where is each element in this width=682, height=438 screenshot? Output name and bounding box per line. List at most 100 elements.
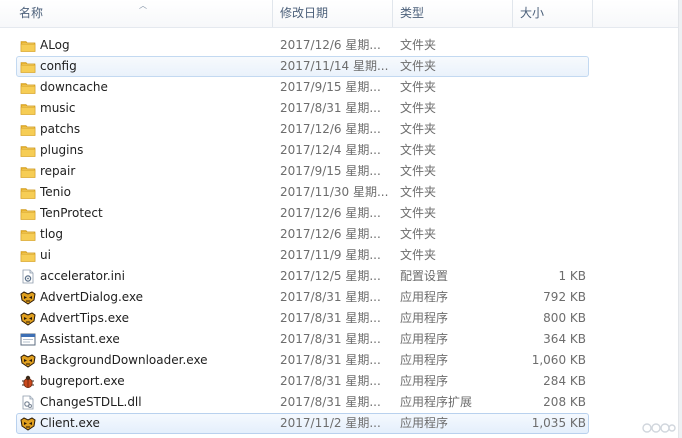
file-size: 1,060 KB — [531, 353, 586, 367]
file-row[interactable]: Assistant.exe 2017/8/31 星期... 应用程序 364 KB — [16, 329, 589, 350]
file-date-modified: 2017/8/31 星期... — [280, 332, 381, 346]
dll-file-icon — [20, 393, 38, 412]
file-row[interactable]: repair 2017/9/15 星期... 文件夹 — [16, 161, 589, 182]
file-size: 284 KB — [543, 374, 586, 388]
file-date-modified: 2017/8/31 星期... — [280, 353, 381, 367]
file-date-modified: 2017/12/6 星期... — [280, 206, 381, 220]
column-header: ︿ 名称 修改日期 类型 大小 — [0, 0, 682, 28]
file-date-modified: 2017/12/6 星期... — [280, 38, 381, 52]
file-name: accelerator.ini — [40, 269, 125, 283]
file-size — [480, 162, 586, 181]
file-row[interactable]: BackgroundDownloader.exe 2017/8/31 星期... 应… — [16, 350, 589, 371]
game-app-icon — [20, 414, 38, 433]
folder-icon — [20, 162, 38, 181]
folder-icon — [20, 120, 38, 139]
file-row[interactable]: plugins 2017/12/4 星期... 文件夹 — [16, 140, 589, 161]
folder-icon — [20, 99, 38, 118]
file-name: tlog — [40, 227, 63, 241]
file-size — [480, 183, 586, 202]
file-date-modified: 2017/11/9 星期... — [280, 248, 381, 262]
file-name: bugreport.exe — [40, 374, 125, 388]
watermark-logo — [642, 423, 676, 433]
file-date-modified: 2017/9/15 星期... — [280, 80, 381, 94]
game-app-icon — [20, 351, 38, 370]
column-header-name[interactable]: 名称 — [12, 0, 273, 27]
file-name: downcache — [40, 80, 108, 94]
file-size — [480, 225, 586, 244]
folder-icon — [20, 204, 38, 223]
file-row[interactable]: ALog 2017/12/6 星期... 文件夹 — [16, 35, 589, 56]
column-header-size[interactable]: 大小 — [513, 0, 593, 27]
file-date-modified: 2017/8/31 星期... — [280, 374, 381, 388]
column-header-date-modified[interactable]: 修改日期 — [273, 0, 393, 27]
file-row[interactable]: AdvertDialog.exe 2017/8/31 星期... 应用程序 792 K… — [16, 287, 589, 308]
file-size — [480, 99, 586, 118]
bug-report-icon — [20, 372, 38, 391]
file-row[interactable]: AdvertTips.exe 2017/8/31 星期... 应用程序 800 KB — [16, 308, 589, 329]
file-name: BackgroundDownloader.exe — [40, 353, 208, 367]
file-size — [480, 36, 586, 55]
file-row[interactable]: config 2017/11/14 星期... 文件夹 — [16, 56, 589, 77]
file-name: patchs — [40, 122, 81, 136]
file-size — [480, 120, 586, 139]
file-date-modified: 2017/8/31 星期... — [280, 101, 381, 115]
file-row[interactable]: bugreport.exe 2017/8/31 星期... 应用程序 284 KB — [16, 371, 589, 392]
file-name: plugins — [40, 143, 84, 157]
file-explorer: ︿ 名称 修改日期 类型 大小 ALog 2017/12/6 星期... 文件夹 co… — [0, 0, 682, 438]
game-app-icon — [20, 309, 38, 328]
file-date-modified: 2017/11/30 星期... — [280, 185, 389, 199]
file-date-modified: 2017/8/31 星期... — [280, 395, 381, 409]
file-name: repair — [40, 164, 76, 178]
file-size: 364 KB — [543, 332, 586, 346]
file-row[interactable]: patchs 2017/12/6 星期... 文件夹 — [16, 119, 589, 140]
folder-icon — [20, 225, 38, 244]
application-window-icon — [20, 330, 38, 349]
game-app-icon — [20, 288, 38, 307]
file-row[interactable]: accelerator.ini 2017/12/5 星期... 配置设置 1 KB — [16, 266, 589, 287]
file-row[interactable]: music 2017/8/31 星期... 文件夹 — [16, 98, 589, 119]
file-name: TenProtect — [40, 206, 103, 220]
file-row[interactable]: ChangeSTDLL.dll 2017/8/31 星期... 应用程序扩展 208 … — [16, 392, 589, 413]
file-date-modified: 2017/12/6 星期... — [280, 227, 381, 241]
file-name: music — [40, 101, 76, 115]
file-row[interactable]: ui 2017/11/9 星期... 文件夹 — [16, 245, 589, 266]
file-size — [480, 141, 586, 160]
folder-icon — [20, 246, 38, 265]
file-row[interactable]: Client.exe 2017/11/2 星期... 应用程序 1,035 KB — [16, 413, 589, 434]
file-date-modified: 2017/8/31 星期... — [280, 311, 381, 325]
file-name: ChangeSTDLL.dll — [40, 395, 142, 409]
file-size: 800 KB — [543, 311, 586, 325]
file-size: 792 KB — [543, 290, 586, 304]
file-size: 1 KB — [558, 269, 586, 283]
file-size — [480, 78, 586, 97]
vertical-scrollbar[interactable] — [678, 0, 682, 438]
file-row[interactable]: downcache 2017/9/15 星期... 文件夹 — [16, 77, 589, 98]
file-date-modified: 2017/11/2 星期... — [280, 416, 381, 430]
folder-icon — [20, 36, 38, 55]
file-name: Tenio — [40, 185, 71, 199]
file-row[interactable]: TenProtect 2017/12/6 星期... 文件夹 — [16, 203, 589, 224]
folder-icon — [20, 57, 38, 76]
file-size — [480, 57, 586, 76]
folder-icon — [20, 183, 38, 202]
file-row[interactable]: Tenio 2017/11/30 星期... 文件夹 — [16, 182, 589, 203]
file-size: 208 KB — [543, 395, 586, 409]
file-name: config — [40, 59, 77, 73]
file-row[interactable]: tlog 2017/12/6 星期... 文件夹 — [16, 224, 589, 245]
file-date-modified: 2017/8/31 星期... — [280, 290, 381, 304]
file-date-modified: 2017/12/4 星期... — [280, 143, 381, 157]
settings-file-icon — [20, 267, 38, 286]
file-name: Assistant.exe — [40, 332, 120, 346]
file-size — [480, 246, 586, 265]
file-size: 1,035 KB — [531, 416, 586, 430]
file-name: Client.exe — [40, 416, 100, 430]
folder-icon — [20, 141, 38, 160]
file-name: AdvertDialog.exe — [40, 290, 144, 304]
file-date-modified: 2017/12/5 星期... — [280, 269, 381, 283]
file-name: ui — [40, 248, 51, 262]
file-date-modified: 2017/9/15 星期... — [280, 164, 381, 178]
column-header-type[interactable]: 类型 — [393, 0, 513, 27]
file-name: AdvertTips.exe — [40, 311, 130, 325]
file-size — [480, 204, 586, 223]
file-name: ALog — [40, 38, 70, 52]
